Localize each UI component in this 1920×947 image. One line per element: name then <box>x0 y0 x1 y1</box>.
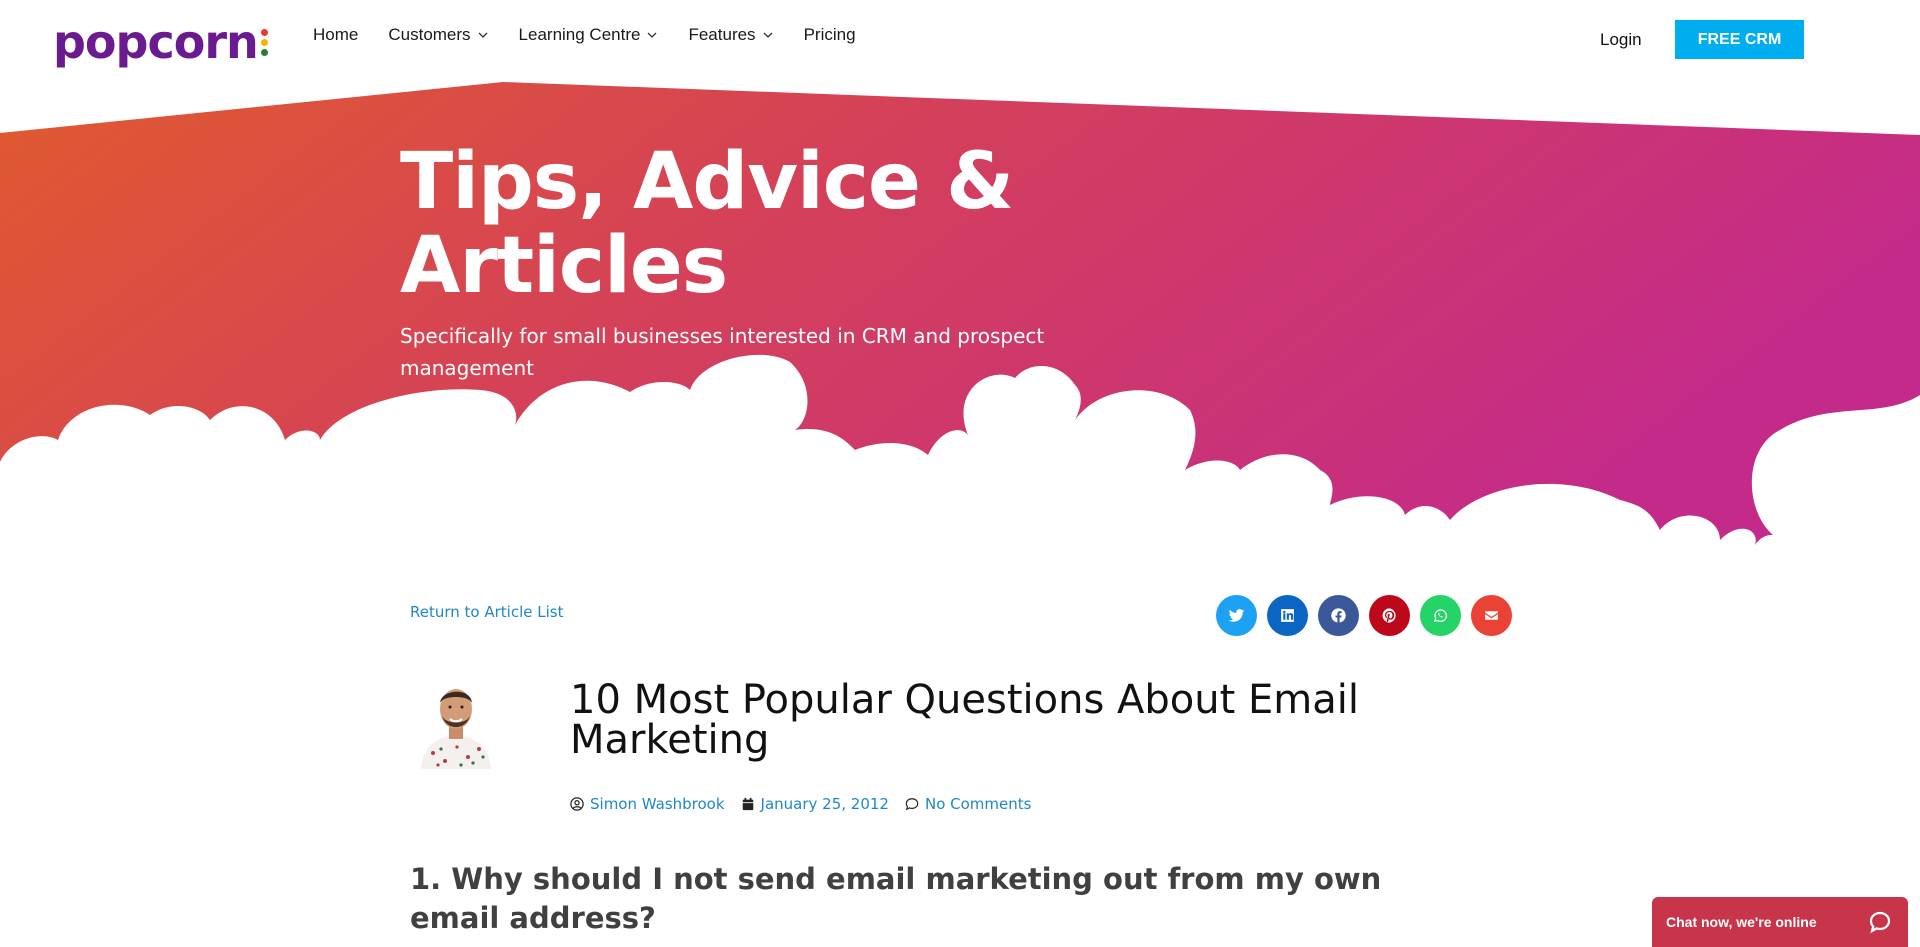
calendar-icon <box>742 797 753 811</box>
author-link[interactable]: Simon Washbrook <box>570 795 725 813</box>
share-email-button[interactable] <box>1471 595 1512 636</box>
question-heading: 1. Why should I not send email marketing… <box>410 862 1382 935</box>
hero-title: Tips, Advice & Articles <box>400 137 1014 311</box>
chat-bubble-icon <box>1869 911 1891 934</box>
nav-item-home[interactable]: Home <box>313 24 358 46</box>
share-whatsapp-button[interactable] <box>1420 595 1461 636</box>
site-header: popcorn Home Customers Learning Centre F… <box>0 0 1920 80</box>
nav-item-label: Customers <box>388 25 471 44</box>
nav-item-label: Learning Centre <box>518 25 641 44</box>
facebook-icon <box>1331 608 1346 623</box>
chevron-down-icon <box>648 32 657 38</box>
share-facebook-button[interactable] <box>1318 595 1359 636</box>
nav-item-label: Features <box>688 25 756 44</box>
email-icon <box>1485 611 1498 620</box>
article-meta: Simon Washbrook January 25, 2012 No Comm… <box>570 795 1047 813</box>
share-pinterest-button[interactable] <box>1369 595 1410 636</box>
nav-item-features[interactable]: Features <box>688 24 773 46</box>
pinterest-icon <box>1382 608 1396 623</box>
nav-item-pricing[interactable]: Pricing <box>804 24 856 46</box>
logo-wordmark: popcorn <box>53 15 259 69</box>
publish-date: January 25, 2012 <box>760 795 889 813</box>
chevron-down-icon <box>478 32 488 38</box>
login-link[interactable]: Login <box>1600 30 1642 50</box>
date-link[interactable]: January 25, 2012 <box>741 795 889 813</box>
return-to-article-list-link[interactable]: Return to Article List <box>410 603 563 621</box>
user-circle-icon <box>570 797 584 811</box>
hero-subtitle: Specifically for small businesses intere… <box>400 324 1045 380</box>
article-title: 10 Most Popular Questions About Email Ma… <box>570 677 1359 763</box>
share-linkedin-button[interactable] <box>1267 595 1308 636</box>
nav-item-customers[interactable]: Customers <box>388 24 488 46</box>
share-twitter-button[interactable] <box>1216 595 1257 636</box>
popcorn-logo[interactable]: popcorn <box>53 8 268 68</box>
author-avatar <box>413 677 499 769</box>
comment-icon <box>905 798 919 811</box>
nav-item-label: Pricing <box>803 25 856 44</box>
live-chat-button[interactable]: Chat now, we're online <box>1652 897 1908 947</box>
comments-count: No Comments <box>924 795 1032 813</box>
hero-banner: Tips, Advice & Articles Specifically for… <box>0 0 1920 600</box>
nav-item-learning-centre[interactable]: Learning Centre <box>519 24 659 46</box>
main-nav: Home Customers Learning Centre Features … <box>313 24 886 46</box>
nav-item-label: Home <box>313 25 359 44</box>
whatsapp-icon <box>1433 609 1447 623</box>
logo-dots <box>260 29 268 56</box>
linkedin-icon <box>1281 609 1294 622</box>
free-crm-button[interactable]: FREE CRM <box>1675 20 1804 59</box>
author-name: Simon Washbrook <box>590 795 725 813</box>
chevron-down-icon <box>763 32 773 38</box>
twitter-icon <box>1228 609 1245 622</box>
chat-label: Chat now, we're online <box>1666 914 1817 930</box>
comments-link[interactable]: No Comments <box>905 795 1031 813</box>
share-buttons <box>1216 595 1512 636</box>
